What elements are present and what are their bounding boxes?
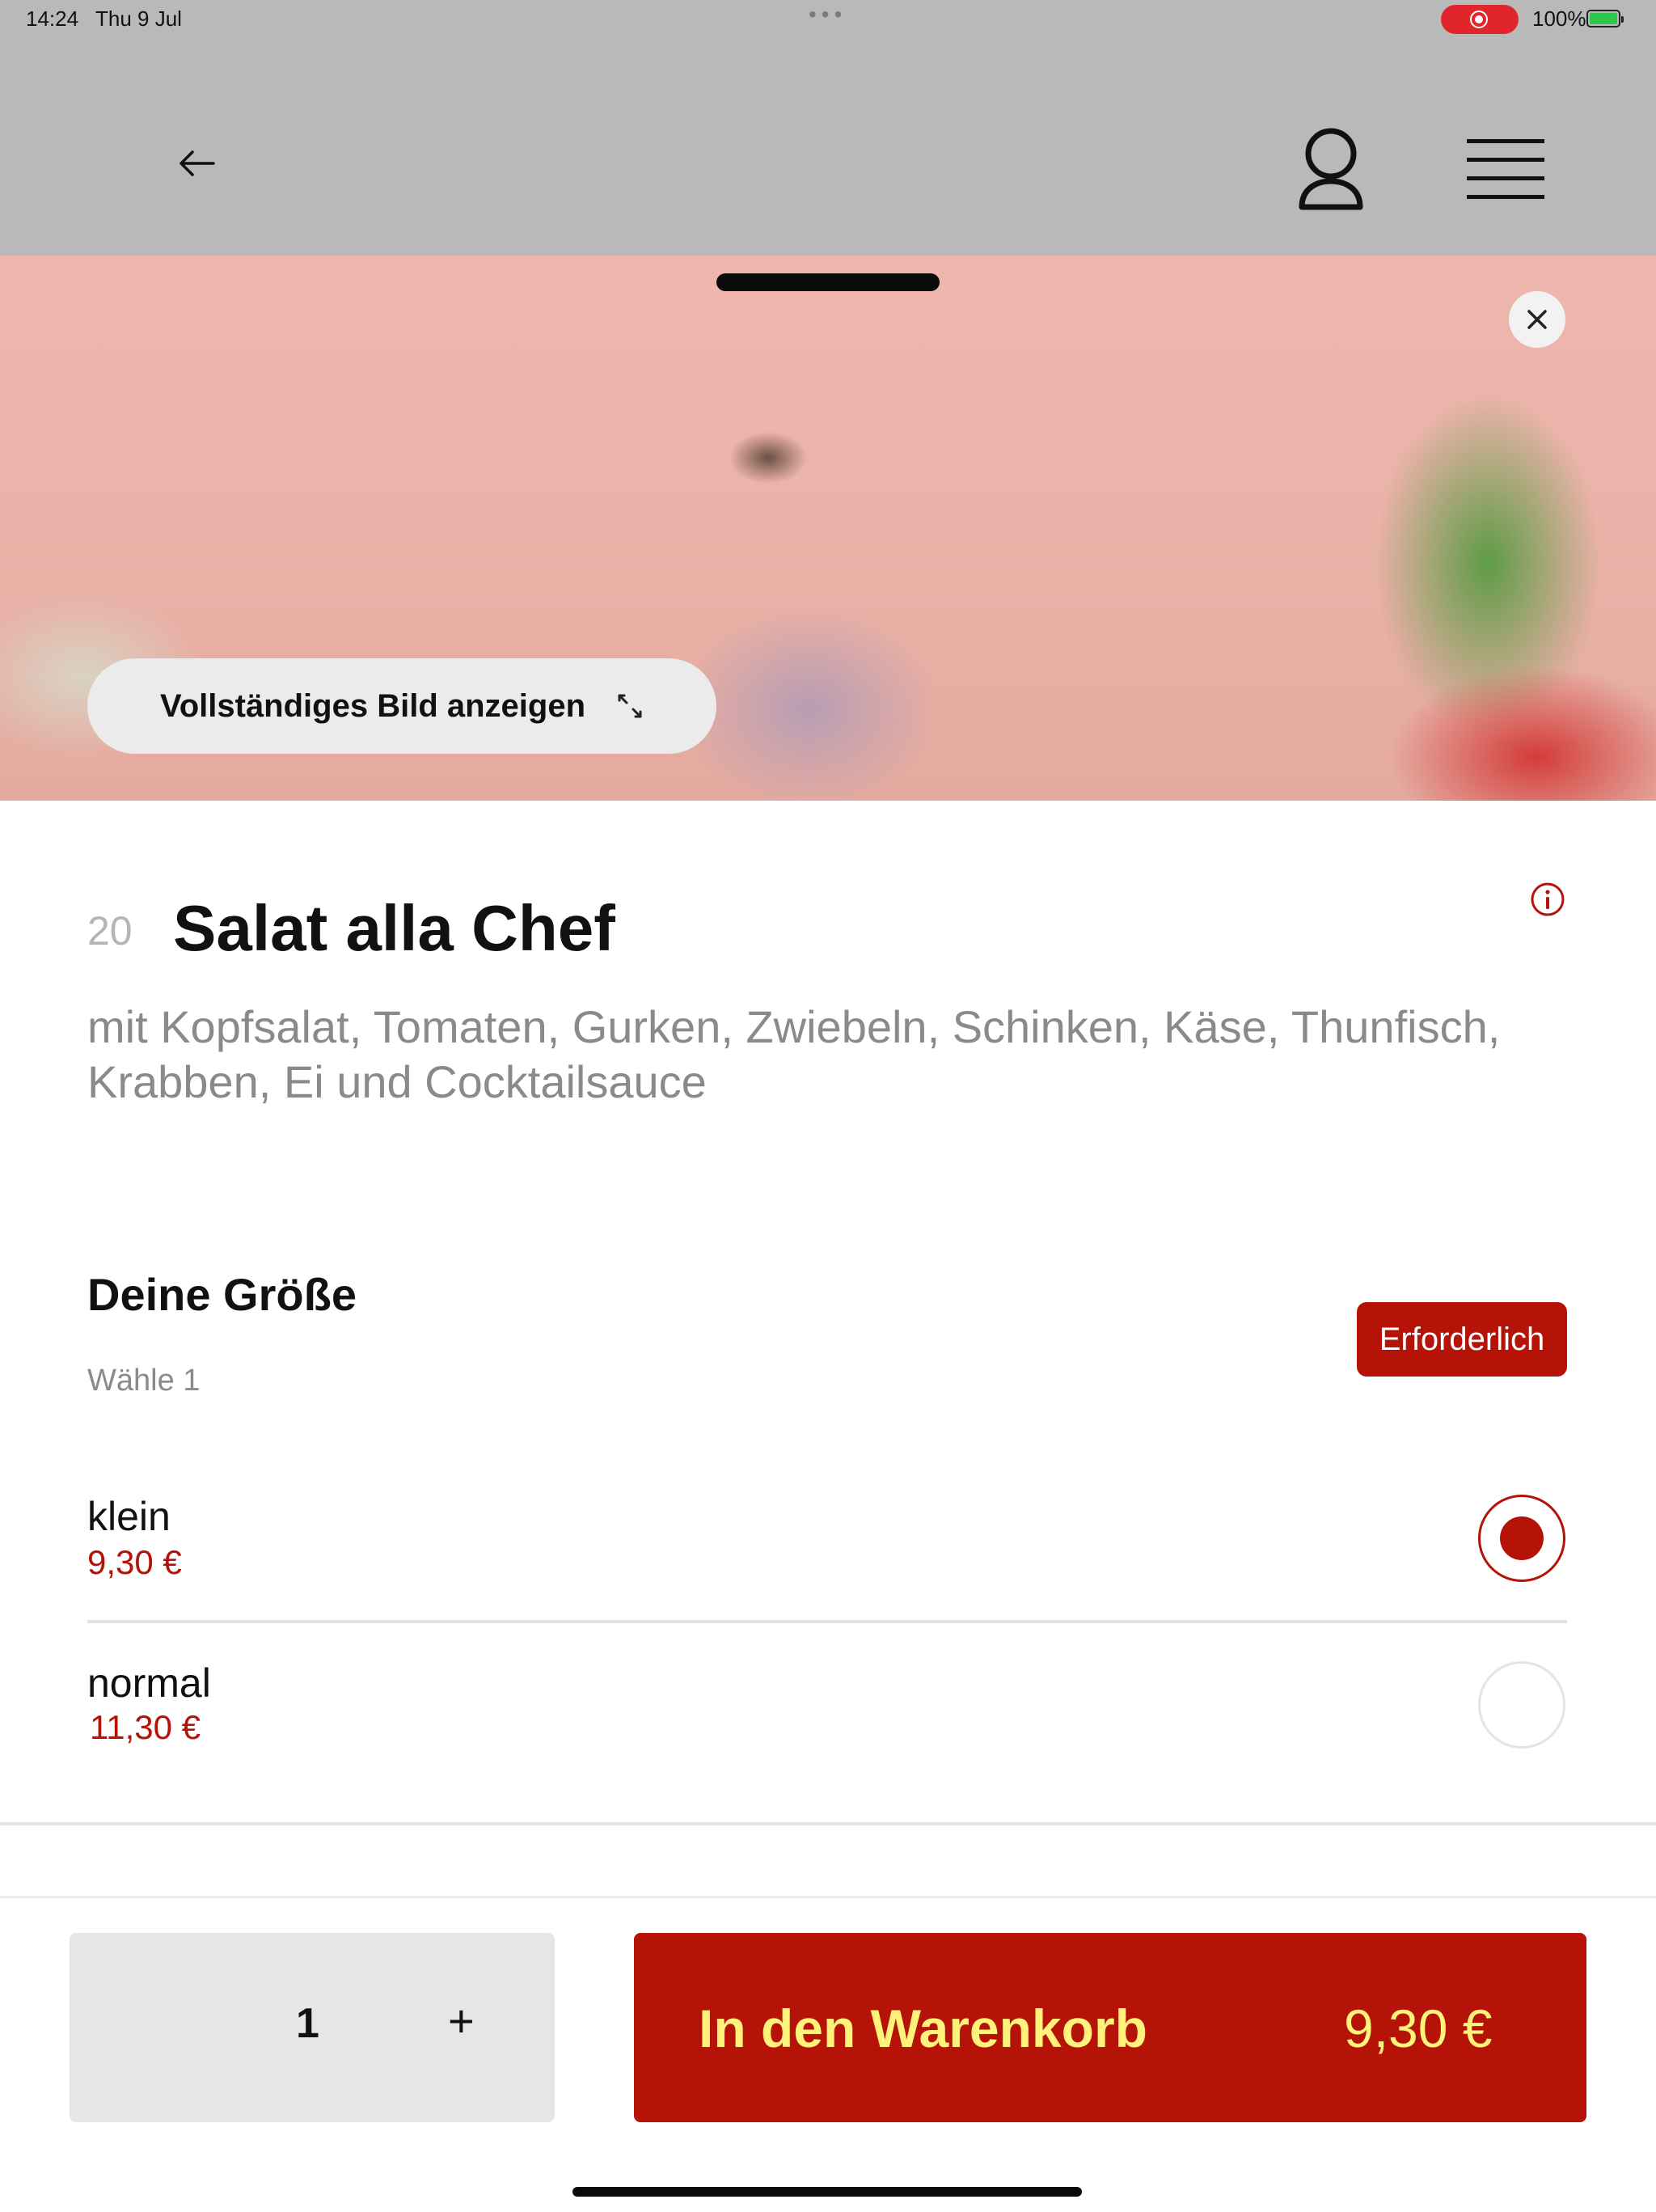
- add-to-cart-label: In den Warenkorb: [699, 1998, 1147, 2058]
- close-icon: [1527, 310, 1547, 329]
- size-option-price: 11,30 €: [90, 1708, 201, 1746]
- top-nav-bar: [0, 39, 1656, 256]
- required-badge: Erforderlich: [1357, 1302, 1567, 1377]
- sheet-grabber[interactable]: [716, 273, 940, 291]
- user-icon: [1299, 128, 1363, 210]
- item-description: mit Kopfsalat, Tomaten, Gurken, Zwiebeln…: [87, 1001, 1501, 1107]
- close-button[interactable]: [1509, 291, 1565, 348]
- size-option-normal[interactable]: normal 11,30 €: [87, 1624, 1567, 1791]
- status-date: Thu 9 Jul: [95, 6, 182, 31]
- account-button[interactable]: [1291, 123, 1371, 220]
- item-number: 20: [87, 908, 133, 954]
- add-to-cart-button[interactable]: In den Warenkorb 9,30 €: [634, 1933, 1586, 2122]
- quantity-value: 1: [296, 2000, 319, 2047]
- status-bar: 14:24 Thu 9 Jul ••• 100%: [0, 0, 1656, 39]
- back-button[interactable]: [167, 133, 226, 193]
- size-option-radio[interactable]: [1478, 1661, 1565, 1749]
- hamburger-menu-icon: [1467, 139, 1544, 199]
- quantity-stepper[interactable]: 1 +: [70, 1933, 555, 2122]
- size-option-name: klein: [87, 1494, 171, 1539]
- size-option-radio[interactable]: [1478, 1495, 1565, 1582]
- record-icon: [1470, 11, 1488, 28]
- size-option-name: normal: [87, 1660, 211, 1706]
- status-time: 14:24: [26, 6, 79, 31]
- expand-icon: [618, 694, 642, 718]
- info-icon: [1531, 882, 1565, 916]
- battery-percentage: 100%: [1532, 6, 1586, 31]
- section-divider: [0, 1822, 1656, 1825]
- view-full-image-label: Vollständiges Bild anzeigen: [160, 687, 586, 724]
- menu-button[interactable]: [1460, 129, 1551, 210]
- arrow-left-icon: [180, 150, 215, 176]
- add-to-cart-price: 9,30 €: [1344, 1998, 1493, 2058]
- option-divider: [87, 1620, 1567, 1623]
- screen-recording-indicator[interactable]: [1441, 5, 1519, 34]
- battery-icon: [1586, 10, 1624, 27]
- size-section-subtitle: Wähle 1: [87, 1364, 201, 1398]
- home-indicator[interactable]: [572, 2187, 1082, 2197]
- item-title: Salat alla Chef: [173, 892, 615, 964]
- size-option-klein[interactable]: klein 9,30 €: [87, 1457, 1567, 1624]
- item-info-button[interactable]: [1528, 880, 1567, 919]
- view-full-image-button[interactable]: Vollständiges Bild anzeigen: [87, 658, 716, 754]
- increase-quantity-button[interactable]: +: [448, 1994, 475, 2047]
- multitasking-dots[interactable]: •••: [809, 2, 847, 27]
- size-section-title: Deine Größe: [87, 1269, 357, 1320]
- size-option-price: 9,30 €: [87, 1543, 182, 1581]
